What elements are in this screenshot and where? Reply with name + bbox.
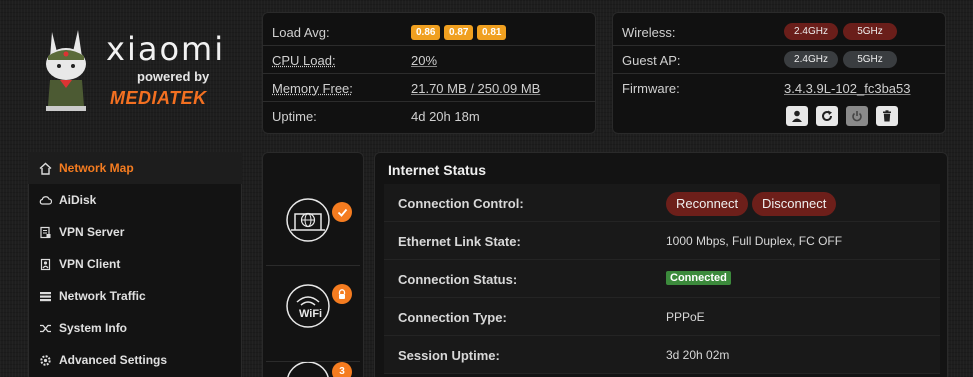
firmware-version[interactable]: 3.4.3.9L-102_fc3ba53 [784,81,911,96]
internet-node[interactable] [266,184,360,266]
ethernet-link-value: 1000 Mbps, Full Duplex, FC OFF [666,234,842,248]
clients-node[interactable]: 3 [266,362,360,377]
user-button[interactable] [786,106,808,126]
firmware-label: Firmware: [622,81,680,96]
connection-status-row: Connection Status: Connected [384,260,940,298]
brand-logo: xiaomi powered by MEDIATEK [30,22,250,122]
trash-icon [881,110,893,122]
user-icon [791,110,803,122]
shuffle-icon [38,321,52,335]
ethernet-link-label: Ethernet Link State: [398,234,521,249]
power-icon [851,110,863,122]
connection-status-label: Connection Status: [398,272,517,287]
clients-count-badge: 3 [332,362,352,377]
disconnect-button[interactable]: Disconnect [752,192,836,216]
system-status-panel: Load Avg: 0.86 0.87 0.81 CPU Load: 20% M… [262,12,596,134]
clients-count: 3 [339,366,345,377]
cpu-value: 20% [411,53,437,68]
uptime-label: Uptime: [272,109,317,124]
section-title: Internet Status [388,162,486,178]
network-map-icons: WiFi 3 [262,152,364,377]
connection-type-value: PPPoE [666,310,705,324]
sidebar-item-system-info[interactable]: System Info [28,312,242,344]
wireless-24ghz-button[interactable]: 2.4GHz [784,23,838,40]
home-icon [38,161,52,175]
sidebar-menu: Network Map AiDisk VPN Server VPN Client… [28,152,242,377]
uptime-value: 4d 20h 18m [411,109,480,124]
gear-icon [38,353,52,367]
load-avg-5m: 0.87 [444,25,473,40]
sidebar-item-advanced-settings[interactable]: Advanced Settings [28,344,242,376]
guest-5ghz-button[interactable]: 5GHz [843,51,897,68]
radio-firmware-panel: Wireless: 2.4GHz 5GHz Guest AP: 2.4GHz 5… [612,12,946,134]
refresh-icon [821,110,833,122]
connection-control-label: Connection Control: [398,196,524,211]
sidebar-item-network-traffic[interactable]: Network Traffic [28,280,242,312]
internet-status-panel: Internet Status Connection Control: Reco… [374,152,948,377]
vpn-client-icon [38,257,52,271]
brand-name: xiaomi [106,30,225,68]
load-avg-15m: 0.81 [477,25,506,40]
power-button[interactable] [846,106,868,126]
load-avg-1m: 0.86 [411,25,440,40]
sidebar-item-label: Network Traffic [59,289,146,303]
guest-ap-row: Guest AP: 2.4GHz 5GHz [612,46,946,74]
sidebar-item-label: Advanced Settings [59,353,167,367]
cpu-label[interactable]: CPU Load: [272,53,336,68]
wifi-lock-badge [332,284,352,304]
cloud-icon [38,193,52,207]
wireless-row: Wireless: 2.4GHz 5GHz [612,18,946,46]
brand-powered-text: powered by [137,69,209,84]
wireless-label: Wireless: [622,25,675,40]
clear-button[interactable] [876,106,898,126]
wifi-icon-text: WiFi [299,308,322,320]
session-uptime-label: Session Uptime: [398,348,500,363]
uptime-row: Uptime: 4d 20h 18m [262,102,596,130]
lock-icon [337,289,347,300]
internet-connected-badge [332,202,352,222]
connection-control-row: Connection Control: Reconnect Disconnect [384,184,940,222]
wireless-5ghz-button[interactable]: 5GHz [843,23,897,40]
cpu-row: CPU Load: 20% [262,46,596,74]
wifi-node[interactable]: WiFi [266,266,360,362]
connection-type-row: Connection Type: PPPoE [384,298,940,336]
sidebar-item-label: AiDisk [59,193,96,207]
status-badge: Connected [666,271,731,285]
sidebar-item-label: VPN Server [59,225,124,239]
memory-label[interactable]: Memory Free: [272,81,353,96]
memory-value: 21.70 MB / 250.09 MB [411,81,540,96]
load-avg-label: Load Avg: [272,25,330,40]
session-uptime-value: 3d 20h 02m [666,348,729,362]
check-icon [337,207,348,218]
sidebar-item-network-map[interactable]: Network Map [28,152,242,184]
sidebar-item-aidisk[interactable]: AiDisk [28,184,242,216]
session-uptime-row: Session Uptime: 3d 20h 02m [384,336,940,374]
internet-globe-icon [266,184,360,266]
vpn-server-icon [38,225,52,239]
memory-row: Memory Free: 21.70 MB / 250.09 MB [262,74,596,102]
connection-type-label: Connection Type: [398,310,507,325]
sidebar-item-label: Network Map [59,161,134,175]
sidebar-item-label: System Info [59,321,127,335]
sidebar-item-label: VPN Client [59,257,120,271]
sidebar-item-vpn-client[interactable]: VPN Client [28,248,242,280]
firmware-row: Firmware: 3.4.3.9L-102_fc3ba53 [612,74,946,102]
guest-24ghz-button[interactable]: 2.4GHz [784,51,838,68]
mi-bunny-mascot-icon [38,30,102,112]
reboot-button[interactable] [816,106,838,126]
guest-ap-label: Guest AP: [622,53,681,68]
load-avg-row: Load Avg: 0.86 0.87 0.81 [262,18,596,46]
reconnect-button[interactable]: Reconnect [666,192,748,216]
traffic-icon [38,289,52,303]
sidebar-item-vpn-server[interactable]: VPN Server [28,216,242,248]
vendor-name: MEDIATEK [110,88,207,109]
ethernet-link-row: Ethernet Link State: 1000 Mbps, Full Dup… [384,222,940,260]
